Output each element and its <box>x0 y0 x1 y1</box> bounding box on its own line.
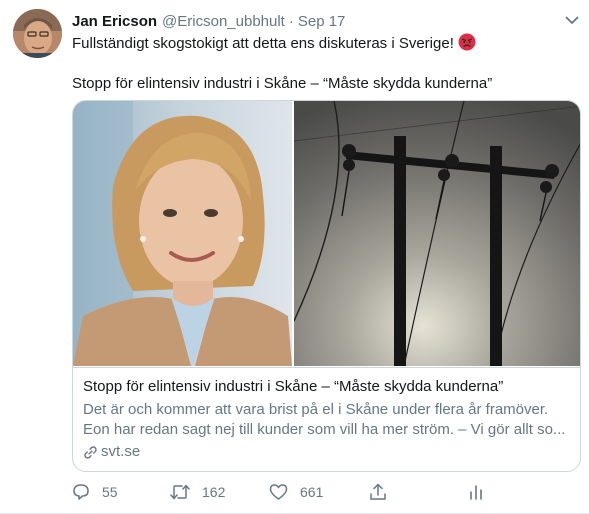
share-icon <box>370 483 386 500</box>
share-button[interactable] <box>369 481 387 503</box>
card-description-line2: Eon har redan sagt nej till kunder som v… <box>83 421 566 438</box>
retweet-count: 162 <box>202 484 226 500</box>
reply-button[interactable]: 55 <box>72 481 118 503</box>
like-button[interactable]: 661 <box>269 481 323 503</box>
like-count: 661 <box>300 484 324 500</box>
card-image-power-line <box>294 101 580 366</box>
tweet-text-line2: Stopp för elintensiv industri i Skåne – … <box>72 75 493 92</box>
link-icon <box>84 445 97 459</box>
card-title[interactable]: Stopp för elintensiv industri i Skåne – … <box>83 377 570 397</box>
retweet-icon <box>170 484 190 500</box>
tweet-actions: 55 162 661 <box>72 481 492 503</box>
card-domain: svt.se <box>83 442 570 462</box>
angry-face-icon <box>458 33 476 51</box>
card-description-line1: Det är och kommer att vara brist på el i… <box>83 401 549 418</box>
link-card[interactable]: Stopp för elintensiv industri i Skåne – … <box>72 100 581 472</box>
tweet-text-line1: Fullständigt skogstokigt att detta ens d… <box>72 35 454 52</box>
card-description: Det är och kommer att vara brist på el i… <box>83 400 568 440</box>
reply-count: 55 <box>102 484 118 500</box>
avatar[interactable] <box>13 9 62 58</box>
analytics-icon <box>470 485 482 500</box>
author-handle[interactable]: @Ericson_ubbhult <box>162 13 285 30</box>
retweet-button[interactable]: 162 <box>170 481 225 503</box>
heart-icon <box>269 484 288 500</box>
card-domain-text: svt.se <box>101 443 141 460</box>
card-body: Stopp för elintensiv industri i Skåne – … <box>73 367 580 471</box>
tweet-header: Jan Ericson @Ericson_ubbhult · Sep 17 <box>72 11 345 31</box>
card-image-portrait <box>73 101 292 366</box>
reply-icon <box>73 484 89 500</box>
tweet-text: Fullständigt skogstokigt att detta ens d… <box>72 33 577 94</box>
tweet-date[interactable]: Sep 17 <box>298 13 346 30</box>
chevron-down-icon[interactable] <box>562 10 582 30</box>
tweet[interactable]: Jan Ericson @Ericson_ubbhult · Sep 17 Fu… <box>0 0 589 514</box>
author-name[interactable]: Jan Ericson <box>72 13 157 30</box>
separator-dot: · <box>288 12 294 30</box>
analytics-button[interactable] <box>468 481 484 503</box>
